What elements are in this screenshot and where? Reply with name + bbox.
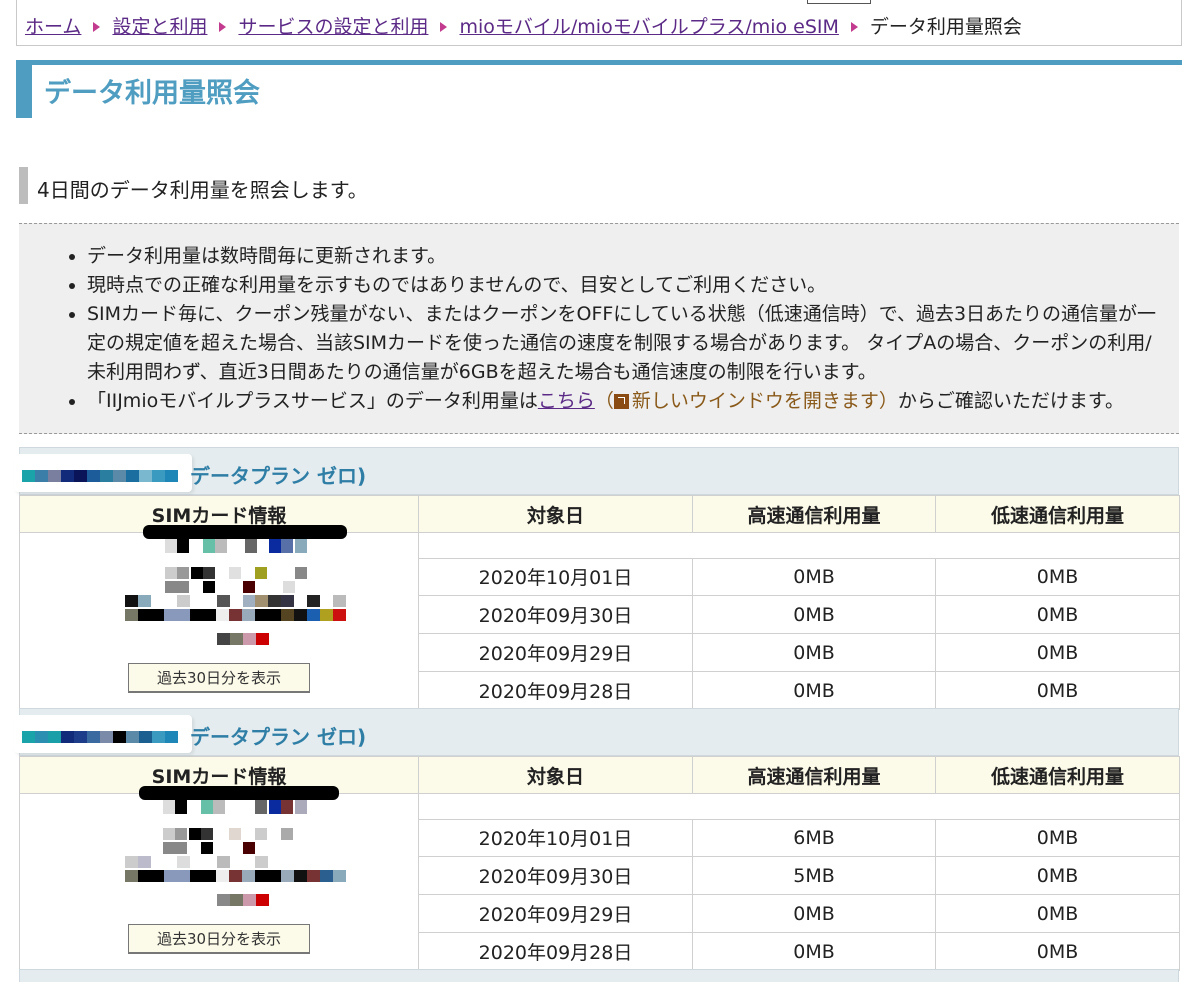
plan-header: データプラン ゼロ) xyxy=(14,708,1179,756)
new-window-note: （新しいウインドウを開きます） xyxy=(594,390,898,412)
breadcrumb: ホーム 設定と利用 サービスの設定と利用 mioモバイル/mioモバイルプラス/mio… xyxy=(25,12,1022,39)
note-item: データ利用量は数時間毎に更新されます。 xyxy=(87,242,1159,271)
plan-name: データプラン ゼロ) xyxy=(190,725,367,749)
usage-low: 0MB xyxy=(935,856,1180,896)
lead-section: 4日間のデータ利用量を照会します。 xyxy=(19,167,1169,204)
breadcrumb-separator-icon xyxy=(440,22,448,32)
usage-date: 2020年10月01日 xyxy=(418,818,693,858)
breadcrumb-separator-icon xyxy=(850,22,858,32)
usage-high: 0MB xyxy=(692,633,936,673)
lead-text: 4日間のデータ利用量を照会します。 xyxy=(37,178,368,202)
notes-box: データ利用量は数時間毎に更新されます。 現時点での正確な利用量を示すものではあり… xyxy=(19,223,1179,434)
show-30-days-button[interactable]: 過去30日分を表示 xyxy=(128,663,310,693)
usage-high: 6MB xyxy=(692,818,936,858)
note-link-suffix: からご確認いただけます。 xyxy=(897,390,1125,412)
header-date: 対象日 xyxy=(418,756,693,794)
usage-date: 2020年09月28日 xyxy=(418,671,693,710)
notes-list: データ利用量は数時間毎に更新されます。 現時点での正確な利用量を示すものではあり… xyxy=(19,224,1179,416)
breadcrumb-current: データ利用量照会 xyxy=(869,16,1022,38)
usage-date: 2020年10月01日 xyxy=(418,557,693,597)
usage-table: SIMカード情報 対象日 高速通信利用量 低速通信利用量 過去30日分を表示 2… xyxy=(19,756,1180,971)
usage-date: 2020年09月30日 xyxy=(418,856,693,896)
new-window-icon xyxy=(613,394,629,409)
plan-header: データプラン ゼロ) xyxy=(14,447,1179,495)
usage-low: 0MB xyxy=(935,595,1180,635)
show-30-days-button[interactable]: 過去30日分を表示 xyxy=(128,924,310,954)
breadcrumb-mio-mobile[interactable]: mioモバイル/mioモバイルプラス/mio eSIM xyxy=(459,16,838,38)
table-spacer-row xyxy=(418,532,1180,559)
plan-section: データプラン ゼロ) SIMカード情報 対象日 高速通信利用量 低速通信利用量 xyxy=(14,447,1180,710)
usage-high: 0MB xyxy=(692,671,936,710)
note-link-prefix: 「IIJmioモバイルプラスサービス」のデータ利用量は xyxy=(87,390,538,412)
new-window-text: 新しいウインドウを開きます xyxy=(631,390,879,412)
note-item-link: 「IIJmioモバイルプラスサービス」のデータ利用量はこちら（新しいウインドウを… xyxy=(87,387,1159,416)
mobile-plus-usage-link[interactable]: こちら xyxy=(538,390,595,412)
usage-low: 0MB xyxy=(935,894,1180,934)
header-low-speed: 低速通信利用量 xyxy=(935,756,1180,794)
table-row: 過去30日分を表示 xyxy=(19,786,1180,971)
usage-low: 0MB xyxy=(935,557,1180,597)
lead-accent-bar xyxy=(19,167,28,204)
breadcrumb-separator-icon xyxy=(219,22,227,32)
usage-date: 2020年09月29日 xyxy=(418,633,693,673)
redacted-sim-info xyxy=(105,525,347,653)
header-date: 対象日 xyxy=(418,495,693,533)
sim-info-cell: 過去30日分を表示 xyxy=(19,525,419,710)
usage-table: SIMカード情報 対象日 高速通信利用量 低速通信利用量 過去30日分を表示 2… xyxy=(19,495,1180,710)
header-high-speed: 高速通信利用量 xyxy=(692,756,936,794)
usage-low: 0MB xyxy=(935,818,1180,858)
breadcrumb-settings[interactable]: 設定と利用 xyxy=(112,16,207,38)
page-title: データ利用量照会 xyxy=(44,78,260,109)
header-low-speed: 低速通信利用量 xyxy=(935,495,1180,533)
table-spacer-row xyxy=(418,793,1180,820)
header-high-speed: 高速通信利用量 xyxy=(692,495,936,533)
usage-high: 0MB xyxy=(692,595,936,635)
usage-high: 0MB xyxy=(692,932,936,971)
usage-low: 0MB xyxy=(935,671,1180,710)
usage-date: 2020年09月29日 xyxy=(418,894,693,934)
plan-name: データプラン ゼロ) xyxy=(190,464,367,488)
usage-high: 5MB xyxy=(692,856,936,896)
redacted-sim-info xyxy=(105,786,346,914)
table-row: 過去30日分を表示 xyxy=(19,525,1180,710)
redacted-plan-id xyxy=(14,454,192,492)
plan-section: データプラン ゼロ) SIMカード情報 対象日 高速通信利用量 低速通信利用量 xyxy=(14,708,1180,971)
note-item: SIMカード毎に、クーポン残量がない、またはクーポンをOFFにしている状態（低速… xyxy=(87,300,1159,387)
breadcrumb-service-settings[interactable]: サービスの設定と利用 xyxy=(238,16,428,38)
breadcrumb-container: ホーム 設定と利用 サービスの設定と利用 mioモバイル/mioモバイルプラス/mio… xyxy=(16,0,1182,46)
next-plan-header-edge xyxy=(19,969,1179,982)
usage-high: 0MB xyxy=(692,894,936,934)
usage-high: 0MB xyxy=(692,557,936,597)
breadcrumb-home[interactable]: ホーム xyxy=(25,16,81,38)
breadcrumb-separator-icon xyxy=(93,22,101,32)
redacted-plan-id xyxy=(14,715,192,753)
note-item: 現時点での正確な利用量を示すものではありませんので、目安としてご利用ください。 xyxy=(87,271,1159,300)
header-tab-stub xyxy=(807,0,871,4)
usage-date: 2020年09月30日 xyxy=(418,595,693,635)
page-title-bar: データ利用量照会 xyxy=(16,60,1182,118)
sim-info-cell: 過去30日分を表示 xyxy=(19,786,419,971)
title-accent-block xyxy=(16,60,32,118)
usage-low: 0MB xyxy=(935,633,1180,673)
usage-date: 2020年09月28日 xyxy=(418,932,693,971)
title-top-line xyxy=(16,60,1182,65)
usage-low: 0MB xyxy=(935,932,1180,971)
